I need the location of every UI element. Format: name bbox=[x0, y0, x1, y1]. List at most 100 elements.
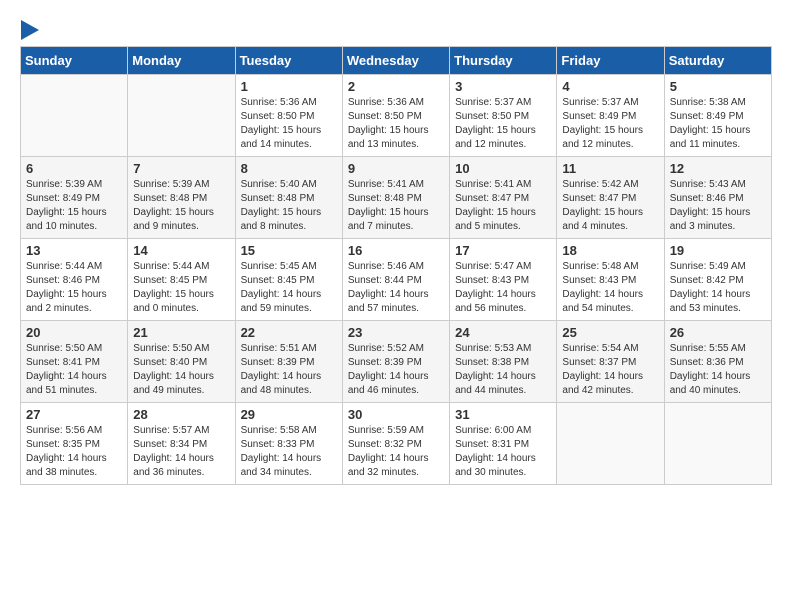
day-number: 6 bbox=[26, 161, 122, 176]
day-number: 8 bbox=[241, 161, 337, 176]
day-header-tuesday: Tuesday bbox=[235, 47, 342, 75]
calendar-cell: 20 Sunrise: 5:50 AMSunset: 8:41 PMDayligh… bbox=[21, 321, 128, 403]
logo bbox=[20, 20, 39, 36]
day-number: 21 bbox=[133, 325, 229, 340]
calendar-cell bbox=[557, 403, 664, 485]
day-number: 3 bbox=[455, 79, 551, 94]
calendar-cell: 13 Sunrise: 5:44 AMSunset: 8:46 PMDayligh… bbox=[21, 239, 128, 321]
day-info: Sunrise: 5:41 AMSunset: 8:48 PMDaylight:… bbox=[348, 178, 444, 234]
calendar-cell: 21 Sunrise: 5:50 AMSunset: 8:40 PMDayligh… bbox=[128, 321, 235, 403]
day-header-monday: Monday bbox=[128, 47, 235, 75]
calendar-cell: 11 Sunrise: 5:42 AMSunset: 8:47 PMDayligh… bbox=[557, 157, 664, 239]
day-info: Sunrise: 5:44 AMSunset: 8:46 PMDaylight:… bbox=[26, 260, 122, 316]
day-info: Sunrise: 5:50 AMSunset: 8:40 PMDaylight:… bbox=[133, 342, 229, 398]
calendar-week-row: 6 Sunrise: 5:39 AMSunset: 8:49 PMDaylight… bbox=[21, 157, 772, 239]
day-info: Sunrise: 5:57 AMSunset: 8:34 PMDaylight:… bbox=[133, 424, 229, 480]
day-number: 20 bbox=[26, 325, 122, 340]
day-info: Sunrise: 5:37 AMSunset: 8:49 PMDaylight:… bbox=[562, 96, 658, 152]
day-number: 7 bbox=[133, 161, 229, 176]
day-number: 2 bbox=[348, 79, 444, 94]
day-number: 31 bbox=[455, 407, 551, 422]
calendar-cell: 18Sunrise: 5:48 AMSunset: 8:43 PMDayligh… bbox=[557, 239, 664, 321]
day-info: Sunrise: 5:50 AMSunset: 8:41 PMDaylight:… bbox=[26, 342, 122, 398]
day-info: Sunrise: 5:46 AMSunset: 8:44 PMDaylight:… bbox=[348, 260, 444, 316]
day-info: Sunrise: 5:43 AMSunset: 8:46 PMDaylight:… bbox=[670, 178, 766, 234]
day-info: Sunrise: 5:41 AMSunset: 8:47 PMDaylight:… bbox=[455, 178, 551, 234]
day-number: 9 bbox=[348, 161, 444, 176]
calendar-cell: 17Sunrise: 5:47 AMSunset: 8:43 PMDayligh… bbox=[450, 239, 557, 321]
calendar-week-row: 1 Sunrise: 5:36 AMSunset: 8:50 PMDaylight… bbox=[21, 75, 772, 157]
day-info: Sunrise: 5:59 AMSunset: 8:32 PMDaylight:… bbox=[348, 424, 444, 480]
day-header-saturday: Saturday bbox=[664, 47, 771, 75]
day-header-thursday: Thursday bbox=[450, 47, 557, 75]
calendar-cell bbox=[664, 403, 771, 485]
day-info: Sunrise: 5:51 AMSunset: 8:39 PMDaylight:… bbox=[241, 342, 337, 398]
day-info: Sunrise: 5:39 AMSunset: 8:49 PMDaylight:… bbox=[26, 178, 122, 234]
day-info: Sunrise: 5:42 AMSunset: 8:47 PMDaylight:… bbox=[562, 178, 658, 234]
day-number: 17 bbox=[455, 243, 551, 258]
page-header bbox=[20, 20, 772, 36]
calendar-cell: 3 Sunrise: 5:37 AMSunset: 8:50 PMDaylight… bbox=[450, 75, 557, 157]
day-header-wednesday: Wednesday bbox=[342, 47, 449, 75]
day-info: Sunrise: 5:58 AMSunset: 8:33 PMDaylight:… bbox=[241, 424, 337, 480]
calendar-cell: 24 Sunrise: 5:53 AMSunset: 8:38 PMDayligh… bbox=[450, 321, 557, 403]
calendar-cell: 26Sunrise: 5:55 AMSunset: 8:36 PMDayligh… bbox=[664, 321, 771, 403]
calendar-cell: 2 Sunrise: 5:36 AMSunset: 8:50 PMDaylight… bbox=[342, 75, 449, 157]
day-number: 5 bbox=[670, 79, 766, 94]
day-number: 15 bbox=[241, 243, 337, 258]
day-info: Sunrise: 5:55 AMSunset: 8:36 PMDaylight:… bbox=[670, 342, 766, 398]
calendar-cell: 30 Sunrise: 5:59 AMSunset: 8:32 PMDayligh… bbox=[342, 403, 449, 485]
day-number: 28 bbox=[133, 407, 229, 422]
day-number: 4 bbox=[562, 79, 658, 94]
day-info: Sunrise: 5:36 AMSunset: 8:50 PMDaylight:… bbox=[348, 96, 444, 152]
day-number: 11 bbox=[562, 161, 658, 176]
calendar-cell: 25 Sunrise: 5:54 AMSunset: 8:37 PMDayligh… bbox=[557, 321, 664, 403]
day-info: Sunrise: 5:37 AMSunset: 8:50 PMDaylight:… bbox=[455, 96, 551, 152]
calendar-cell: 8 Sunrise: 5:40 AMSunset: 8:48 PMDaylight… bbox=[235, 157, 342, 239]
calendar-cell: 19 Sunrise: 5:49 AMSunset: 8:42 PMDayligh… bbox=[664, 239, 771, 321]
day-number: 22 bbox=[241, 325, 337, 340]
calendar-cell: 9 Sunrise: 5:41 AMSunset: 8:48 PMDaylight… bbox=[342, 157, 449, 239]
day-info: Sunrise: 5:54 AMSunset: 8:37 PMDaylight:… bbox=[562, 342, 658, 398]
day-number: 25 bbox=[562, 325, 658, 340]
day-info: Sunrise: 5:45 AMSunset: 8:45 PMDaylight:… bbox=[241, 260, 337, 316]
day-number: 23 bbox=[348, 325, 444, 340]
day-number: 27 bbox=[26, 407, 122, 422]
calendar-cell: 22 Sunrise: 5:51 AMSunset: 8:39 PMDayligh… bbox=[235, 321, 342, 403]
calendar-cell: 12 Sunrise: 5:43 AMSunset: 8:46 PMDayligh… bbox=[664, 157, 771, 239]
calendar-cell: 31 Sunrise: 6:00 AMSunset: 8:31 PMDayligh… bbox=[450, 403, 557, 485]
day-number: 12 bbox=[670, 161, 766, 176]
calendar-cell: 10 Sunrise: 5:41 AMSunset: 8:47 PMDayligh… bbox=[450, 157, 557, 239]
day-number: 24 bbox=[455, 325, 551, 340]
day-number: 16 bbox=[348, 243, 444, 258]
calendar-cell: 15 Sunrise: 5:45 AMSunset: 8:45 PMDayligh… bbox=[235, 239, 342, 321]
day-number: 13 bbox=[26, 243, 122, 258]
calendar-cell bbox=[128, 75, 235, 157]
day-info: Sunrise: 5:40 AMSunset: 8:48 PMDaylight:… bbox=[241, 178, 337, 234]
calendar-week-row: 27Sunrise: 5:56 AMSunset: 8:35 PMDayligh… bbox=[21, 403, 772, 485]
calendar-cell bbox=[21, 75, 128, 157]
calendar-cell: 7Sunrise: 5:39 AMSunset: 8:48 PMDaylight… bbox=[128, 157, 235, 239]
day-header-sunday: Sunday bbox=[21, 47, 128, 75]
calendar-cell: 5 Sunrise: 5:38 AMSunset: 8:49 PMDaylight… bbox=[664, 75, 771, 157]
calendar-header-row: SundayMondayTuesdayWednesdayThursdayFrid… bbox=[21, 47, 772, 75]
calendar-cell: 28 Sunrise: 5:57 AMSunset: 8:34 PMDayligh… bbox=[128, 403, 235, 485]
day-info: Sunrise: 5:49 AMSunset: 8:42 PMDaylight:… bbox=[670, 260, 766, 316]
day-number: 29 bbox=[241, 407, 337, 422]
logo-arrow-icon bbox=[21, 20, 39, 40]
day-info: Sunrise: 5:53 AMSunset: 8:38 PMDaylight:… bbox=[455, 342, 551, 398]
calendar-cell: 23Sunrise: 5:52 AMSunset: 8:39 PMDayligh… bbox=[342, 321, 449, 403]
day-info: Sunrise: 5:44 AMSunset: 8:45 PMDaylight:… bbox=[133, 260, 229, 316]
calendar-week-row: 20 Sunrise: 5:50 AMSunset: 8:41 PMDayligh… bbox=[21, 321, 772, 403]
day-info: Sunrise: 6:00 AMSunset: 8:31 PMDaylight:… bbox=[455, 424, 551, 480]
calendar-table: SundayMondayTuesdayWednesdayThursdayFrid… bbox=[20, 46, 772, 485]
day-info: Sunrise: 5:38 AMSunset: 8:49 PMDaylight:… bbox=[670, 96, 766, 152]
day-number: 30 bbox=[348, 407, 444, 422]
calendar-week-row: 13 Sunrise: 5:44 AMSunset: 8:46 PMDayligh… bbox=[21, 239, 772, 321]
day-number: 19 bbox=[670, 243, 766, 258]
calendar-cell: 29 Sunrise: 5:58 AMSunset: 8:33 PMDayligh… bbox=[235, 403, 342, 485]
day-number: 18 bbox=[562, 243, 658, 258]
calendar-cell: 1Sunrise: 5:36 AMSunset: 8:50 PMDaylight… bbox=[235, 75, 342, 157]
day-number: 10 bbox=[455, 161, 551, 176]
day-number: 1 bbox=[241, 79, 337, 94]
